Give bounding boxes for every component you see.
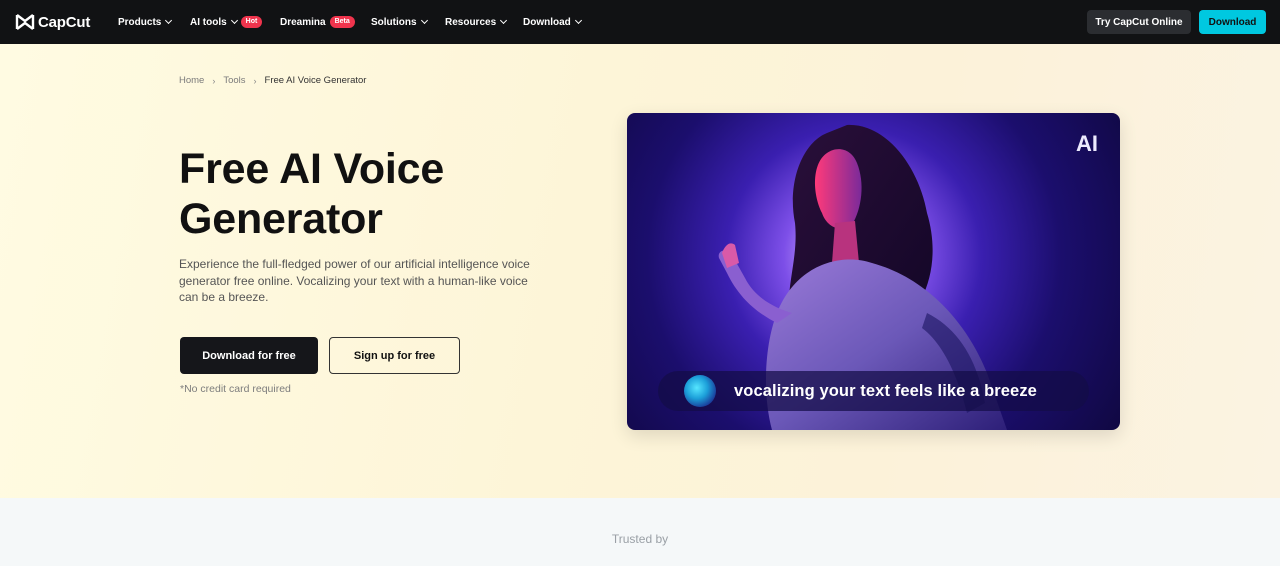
capcut-logo[interactable]: CapCut xyxy=(15,12,90,32)
caption-bar: vocalizing your text feels like a breeze xyxy=(658,371,1089,411)
nav-label-dreamina: Dreamina xyxy=(280,16,326,28)
breadcrumb-separator: › xyxy=(253,75,257,86)
sign-up-for-free-button[interactable]: Sign up for free xyxy=(329,337,460,374)
nav-label-ai-tools: AI tools xyxy=(190,16,227,28)
nav-label-resources: Resources xyxy=(445,16,497,28)
voice-orb-icon xyxy=(684,375,716,407)
nav-item-products[interactable]: Products xyxy=(118,0,173,44)
nav-item-solutions[interactable]: Solutions xyxy=(371,0,428,44)
chevron-down-icon xyxy=(420,16,428,25)
no-credit-card-note: *No credit card required xyxy=(180,383,291,395)
nav-label-download: Download xyxy=(523,16,571,28)
nav-download-button[interactable]: Download xyxy=(1199,10,1266,34)
media-caption: vocalizing your text feels like a breeze xyxy=(734,381,1037,400)
chevron-down-icon xyxy=(574,16,582,25)
breadcrumb-home[interactable]: Home xyxy=(179,75,204,86)
nav-label-products: Products xyxy=(118,16,162,28)
chevron-down-icon xyxy=(165,16,173,25)
nav-label-solutions: Solutions xyxy=(371,16,417,28)
hero-section: Home › Tools › Free AI Voice Generator F… xyxy=(0,44,1280,498)
beta-badge: Beta xyxy=(329,16,355,28)
ai-badge: AI xyxy=(1076,131,1098,156)
nav-item-dreamina[interactable]: Dreamina Beta xyxy=(280,0,355,44)
chevron-down-icon xyxy=(230,16,238,25)
hero-description: Experience the full-fledged power of our… xyxy=(179,257,530,304)
chevron-down-icon xyxy=(500,16,508,25)
hot-badge: Hot xyxy=(240,16,263,28)
breadcrumb-tools[interactable]: Tools xyxy=(223,75,245,86)
breadcrumb-current: Free AI Voice Generator xyxy=(264,75,367,86)
top-navbar: CapCut Products AI tools Hot Dreamina Be… xyxy=(0,0,1280,44)
nav-item-download[interactable]: Download xyxy=(523,0,582,44)
nav-item-resources[interactable]: Resources xyxy=(445,0,508,44)
hero-media-image: AI vocalizing your text feels like a bre… xyxy=(627,113,1120,430)
capcut-logo-icon xyxy=(15,14,35,30)
nav-item-ai-tools[interactable]: AI tools Hot xyxy=(190,0,263,44)
trusted-by-label: Trusted by xyxy=(611,532,669,546)
page-title: Free AI Voice Generator xyxy=(179,145,445,243)
breadcrumb-separator: › xyxy=(212,75,216,86)
breadcrumb: Home › Tools › Free AI Voice Generator xyxy=(179,75,366,86)
trusted-section: Trusted by xyxy=(0,498,1280,566)
download-for-free-button[interactable]: Download for free xyxy=(180,337,318,374)
logo-text: CapCut xyxy=(38,13,91,31)
try-capcut-online-button[interactable]: Try CapCut Online xyxy=(1087,10,1191,34)
